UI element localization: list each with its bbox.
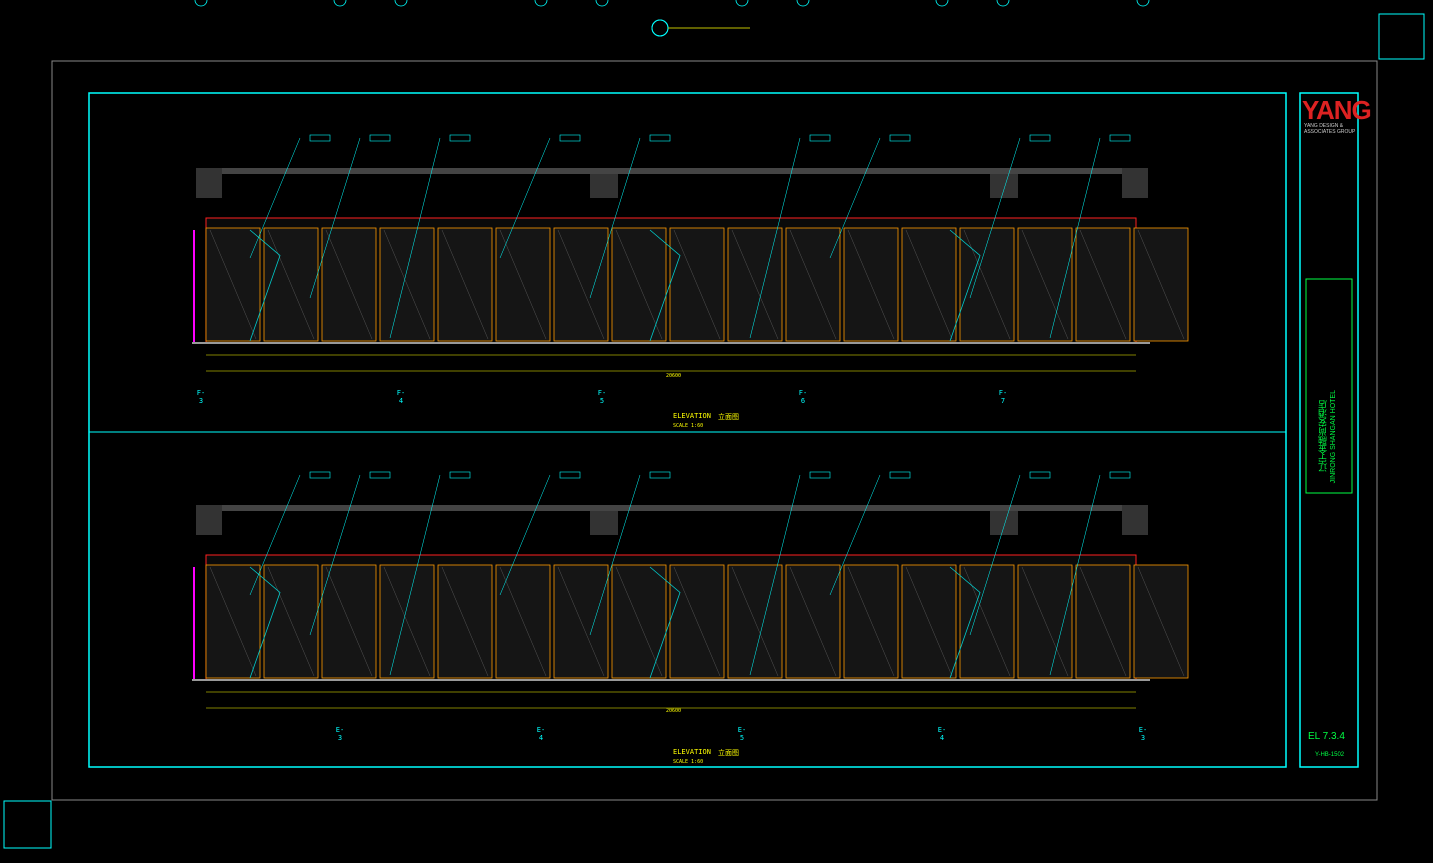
material-tag — [369, 134, 391, 142]
cad-drawing-canvas[interactable] — [0, 0, 1433, 863]
material-tag — [309, 134, 331, 142]
material-tag — [309, 471, 331, 479]
material-tag — [449, 134, 471, 142]
grid-bubble — [595, 0, 609, 7]
column-block — [1122, 168, 1148, 198]
material-tag — [809, 471, 831, 479]
grid-bubble — [1136, 0, 1150, 7]
material-tag — [889, 134, 911, 142]
viewport-corner-bottom-left[interactable] — [3, 800, 52, 849]
grid-label: F-7 — [998, 389, 1008, 405]
grid-label: E-4 — [937, 726, 947, 742]
total-dimension: 20600 — [666, 708, 682, 714]
sheet-number: EL 7.3.4 — [1308, 731, 1345, 742]
elevation-8-drawing — [192, 0, 1189, 709]
grid-bubble — [394, 0, 408, 7]
title-block-frame — [1299, 92, 1359, 768]
material-tag — [1109, 471, 1131, 479]
grid-label: F-5 — [597, 389, 607, 405]
project-name-cn: 辽宁金融尚安酒店 — [1318, 400, 1328, 472]
grid-bubble — [194, 0, 208, 7]
column-block — [196, 168, 222, 198]
total-dimension: 20600 — [666, 373, 682, 379]
material-tag — [1029, 134, 1051, 142]
brand-logo: YANG — [1302, 95, 1372, 125]
grid-bubble — [534, 0, 548, 7]
brand-subtitle: YANG DESIGN & ASSOCIATES GROUP — [1304, 123, 1356, 135]
grid-label: F-4 — [396, 389, 406, 405]
elevation-7-drawing — [192, 0, 1189, 372]
ceiling-slab — [196, 505, 1148, 511]
material-tag — [809, 134, 831, 142]
title-block-green-box — [1305, 278, 1353, 494]
grid-label: E-5 — [737, 726, 747, 742]
grid-bubble — [735, 0, 749, 7]
grid-bubble — [333, 0, 347, 7]
material-tag — [1029, 471, 1051, 479]
grid-label: F-6 — [798, 389, 808, 405]
grid-label: E-3 — [1138, 726, 1148, 742]
material-tag — [649, 471, 671, 479]
material-tag — [1109, 134, 1131, 142]
viewport-corner-top-right[interactable] — [1378, 13, 1425, 60]
grid-bubble — [796, 0, 810, 7]
material-tag — [449, 471, 471, 479]
material-tag — [649, 134, 671, 142]
grid-bubble — [935, 0, 949, 7]
elevation-8-title: ELEVATION — [673, 748, 711, 756]
elevation-8-title-cn: 立面图 — [718, 749, 739, 757]
elevation-7-title-cn: 立面图 — [718, 413, 739, 421]
column-block — [990, 174, 1018, 198]
elevation-8-scale: SCALE 1:60 — [673, 759, 704, 765]
ceiling-slab — [196, 168, 1148, 174]
elevation-7-title: ELEVATION — [673, 412, 711, 420]
project-name-en: JINRONG SHANGAN HOTEL — [1330, 390, 1337, 484]
column-block — [590, 511, 618, 535]
column-block — [590, 174, 618, 198]
column-block — [990, 511, 1018, 535]
column-block — [196, 505, 222, 535]
material-tag — [369, 471, 391, 479]
drawing-number: Y-HB-1502 — [1315, 752, 1345, 758]
grid-label: E-4 — [536, 726, 546, 742]
material-tag — [559, 134, 581, 142]
grid-bubble — [996, 0, 1010, 7]
grid-label: E-3 — [335, 726, 345, 742]
elevation-7-scale: SCALE 1:60 — [673, 423, 704, 429]
column-block — [1122, 505, 1148, 535]
material-tag — [889, 471, 911, 479]
grid-label: F-3 — [196, 389, 206, 405]
elevation-number-bubble — [651, 19, 669, 37]
material-tag — [559, 471, 581, 479]
